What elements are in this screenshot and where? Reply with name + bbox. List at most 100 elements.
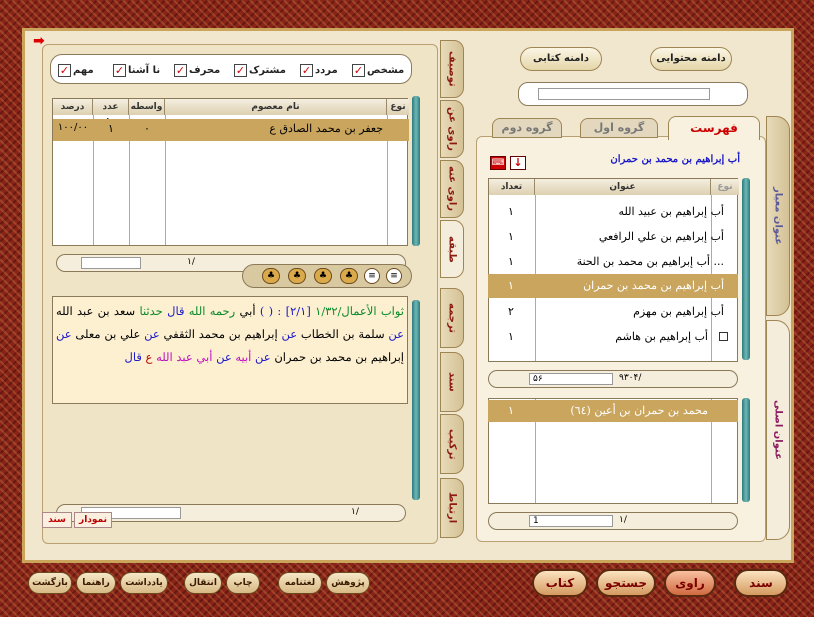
col-title[interactable]: عنوان — [535, 179, 711, 195]
check-icon[interactable]: ✓ — [234, 63, 247, 77]
list-item[interactable]: ۱ أب إبراهيم بن علي الرافعي — [488, 225, 738, 249]
hadith-source: ثواب الأعمال/۱/۳۲ — [315, 304, 405, 318]
checkbox-mohem[interactable]: ✓ مهم — [58, 60, 94, 80]
scrollbar[interactable] — [412, 300, 420, 500]
hadith-ref: [۲/۱] : — [277, 304, 311, 318]
book-button[interactable]: کتاب — [532, 569, 588, 597]
list-icon-2[interactable]: ≡ — [386, 268, 402, 284]
research-button[interactable]: پژوهش — [326, 572, 370, 594]
col-type[interactable]: نوع — [711, 179, 739, 195]
domain-content-button[interactable]: دامنه محتوایی — [650, 47, 732, 71]
tab-rawi-an[interactable]: راوی عن — [440, 100, 464, 158]
page-value: 1 — [533, 516, 539, 526]
tab-tabaqa[interactable]: طبقه — [440, 220, 464, 278]
page-input[interactable] — [81, 257, 141, 269]
row-count: ۱ — [508, 330, 514, 343]
tool-icon-2[interactable]: ♣ — [288, 268, 306, 284]
col-count[interactable]: تعداد — [489, 179, 535, 195]
search-input[interactable] — [538, 88, 710, 100]
total-counter: ۹۳۰۴/ — [619, 373, 642, 383]
hadith-word: عن — [56, 327, 72, 341]
check-icon[interactable]: ✓ — [113, 63, 126, 77]
list-item-selected[interactable]: ۱ أب إبراهيم بن محمد بن حمران — [488, 274, 738, 298]
hadith-word: سعد بن عبد الله — [56, 304, 136, 318]
hadith-word: قال — [124, 350, 142, 364]
transfer-button[interactable]: انتقال — [184, 572, 222, 594]
col-count[interactable]: عدد نقل — [93, 99, 129, 128]
checkbox-moraddad[interactable]: ✓ مردد — [300, 60, 338, 80]
col-type[interactable]: نوع — [387, 99, 409, 115]
checkbox-moshtarak[interactable]: ✓ مشترک — [234, 60, 286, 80]
hadith-word: عن — [281, 327, 298, 341]
notes-button[interactable]: یادداشت — [120, 572, 168, 594]
hadith-word: أبي — [239, 304, 256, 318]
tab-original-title[interactable]: عنوان اصلی — [766, 320, 790, 540]
tab-tarjome[interactable]: ترجمه — [440, 288, 464, 348]
check-icon[interactable]: ✓ — [352, 63, 365, 77]
down-arrow-icon[interactable]: ↓ — [510, 156, 526, 170]
check-icon[interactable]: ✓ — [300, 63, 313, 77]
row-count: ۱ — [108, 122, 114, 135]
checkbox-moharraf[interactable]: ✓ محرف — [174, 60, 220, 80]
tab-standard-title[interactable]: عنوان معیار — [766, 116, 790, 316]
tab-sanad[interactable]: سند — [440, 352, 464, 412]
domain-book-button[interactable]: دامنه کتابی — [520, 47, 602, 71]
page-input[interactable]: ۵۶ — [529, 373, 613, 385]
list-icon-1[interactable]: ≡ — [364, 268, 380, 284]
title-counter-bar: ۵۶ ۹۳۰۴/ — [488, 370, 738, 388]
scrollbar[interactable] — [412, 96, 420, 246]
row-count: ۱ — [508, 255, 514, 268]
selected-title: أب إبراهيم بن محمد بن حمران — [610, 154, 740, 165]
page-input[interactable]: 1 — [529, 515, 613, 527]
narrator-button[interactable]: راوی — [664, 569, 716, 597]
page-counter: ۱/ — [619, 515, 627, 525]
tag-nemoodar[interactable]: نمودار — [74, 512, 112, 528]
print-button[interactable]: چاپ — [226, 572, 260, 594]
list-item-selected[interactable]: ۱ محمد بن حمران بن أعين (٦٤) — [488, 400, 738, 422]
tab-ertebat[interactable]: ارتباط — [440, 478, 464, 538]
table-row[interactable]: ۱۰۰/۰۰ ۱ ۰ جعفر بن محمد الصادق ع — [53, 119, 409, 141]
tab-label: گروه دوم — [501, 121, 553, 134]
tool-icon-1[interactable]: ♣ — [262, 268, 280, 284]
imam-table: درصد عدد نقل واسطه نام معصوم نوع ۱۰۰/۰۰ … — [52, 98, 409, 246]
hadith-parens: ( ) — [259, 304, 274, 318]
dictionary-button[interactable]: لغتنامه — [278, 572, 322, 594]
back-button[interactable]: بازگشت — [28, 572, 72, 594]
scrollbar[interactable] — [742, 178, 750, 360]
tool-icon-3[interactable]: ♣ — [314, 268, 332, 284]
checkbox-moshakhas[interactable]: ✓ مشخص — [352, 60, 404, 80]
list-item[interactable]: ۱ أب إبراهيم بن محمد بن الحنة ... — [488, 250, 738, 274]
page-counter: ۱/ — [187, 257, 195, 267]
list-item[interactable]: ۱ أب إبراهيم بن عبيد الله — [488, 200, 738, 224]
row-title: أب إبراهيم بن علي الرافعي — [598, 230, 724, 243]
tab-tarkib[interactable]: ترکیب — [440, 414, 464, 474]
check-icon[interactable]: ✓ — [174, 63, 187, 77]
checkbox-na-ashna[interactable]: ✓ نا آشنا — [113, 60, 160, 80]
tag-sanad[interactable]: سند — [42, 512, 72, 528]
row-checkbox[interactable] — [719, 332, 728, 341]
row-count: ۲ — [508, 305, 514, 318]
col-name[interactable]: نام معصوم — [165, 99, 387, 115]
tab-label: فهرست — [690, 121, 738, 135]
hadith-word: عن — [144, 327, 160, 341]
help-button[interactable]: راهنما — [76, 572, 116, 594]
tab-group2[interactable]: گروه دوم — [492, 118, 562, 138]
tab-group1[interactable]: گروه اول — [580, 118, 658, 138]
scrollbar[interactable] — [742, 398, 750, 502]
original-counter-bar: 1 ۱/ — [488, 512, 738, 530]
hadith-word: أبيه — [235, 350, 252, 364]
hadith-word: عن — [388, 327, 405, 341]
search-button[interactable]: جستجو — [596, 569, 656, 597]
tab-index[interactable]: فهرست — [668, 116, 760, 140]
col-wasita[interactable]: واسطه — [129, 99, 165, 115]
col-percent[interactable]: درصد — [53, 99, 93, 115]
check-icon[interactable]: ✓ — [58, 63, 71, 77]
tab-tawsif[interactable]: توصیف — [440, 40, 464, 98]
list-item[interactable]: ۱ أب إبراهيم بن هاشم — [488, 325, 738, 349]
page-counter: ۱/ — [351, 507, 359, 517]
list-item[interactable]: ۲ أب إبراهيم بن مهزم — [488, 300, 738, 324]
tool-icon-4[interactable]: ♣ — [340, 268, 358, 284]
tab-rawi-anhu[interactable]: راوی عنه — [440, 160, 464, 218]
keyboard-icon[interactable]: ⌨ — [490, 156, 506, 170]
sanad-button[interactable]: سند — [734, 569, 788, 597]
